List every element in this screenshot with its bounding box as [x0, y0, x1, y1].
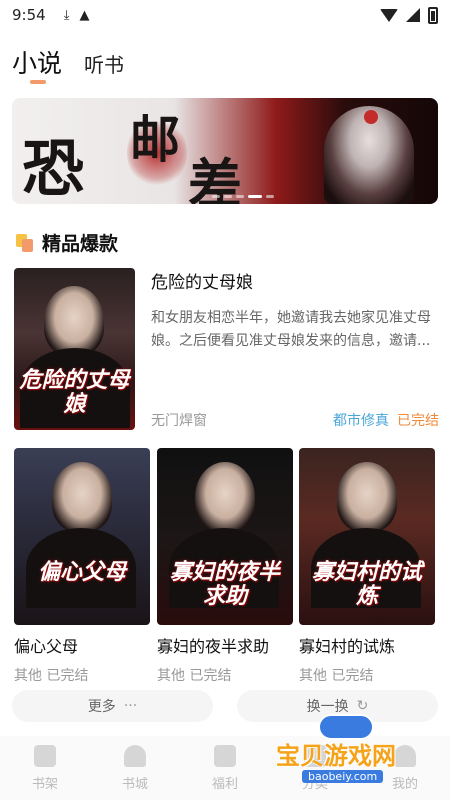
refresh-icon: ↻	[356, 698, 369, 714]
book-cover[interactable]: 寡妇村的试炼	[299, 448, 435, 625]
nav-label: 书城	[121, 776, 148, 792]
promo-banner[interactable]: 恐 邮 差	[12, 98, 438, 204]
cover-art	[44, 286, 104, 356]
tab-novel-label: 小说	[12, 49, 63, 78]
cover-art	[52, 462, 112, 532]
nav-label: 福利	[211, 776, 238, 792]
book-meta: 其他 已完结	[299, 668, 374, 684]
nav-item-welfare[interactable]: 福利	[195, 744, 255, 792]
book-title: 偏心父母	[14, 637, 79, 656]
tab-active-indicator	[30, 80, 46, 84]
tab-audiobook-label: 听书	[84, 53, 125, 77]
nav-label: 书架	[31, 776, 58, 792]
watermark-text: 宝贝游戏网	[276, 742, 396, 770]
cover-title-art: 寡妇的夜半求助	[169, 559, 280, 609]
bookstore-icon	[124, 744, 146, 767]
battery-icon	[428, 6, 438, 24]
banner-dot[interactable]	[224, 195, 232, 198]
banner-dot[interactable]	[236, 195, 244, 198]
app-notification-icon: ▲	[79, 7, 90, 23]
signal-icon	[406, 8, 420, 22]
gift-icon	[214, 744, 236, 767]
banner-dot-active[interactable]	[248, 195, 262, 198]
banner-title-char: 邮	[130, 110, 180, 169]
book-card[interactable]: 寡妇的夜半求助 寡妇的夜半求助 其他 已完结	[157, 448, 293, 685]
book-cover[interactable]: 偏心父母	[14, 448, 150, 625]
bookshelf-icon	[34, 744, 56, 767]
status-time: 9:54	[12, 6, 46, 24]
section-title: 精品爆款	[42, 233, 119, 255]
more-button[interactable]: 更多 ···	[12, 690, 213, 722]
download-icon: ⤓	[63, 7, 70, 23]
book-cover[interactable]: 寡妇的夜半求助	[157, 448, 293, 625]
section-icon	[16, 233, 34, 252]
cover-art	[195, 462, 255, 532]
banner-pagination	[212, 195, 274, 198]
tab-novel[interactable]: 小说	[12, 44, 63, 84]
cover-art	[337, 462, 397, 532]
section-header: 精品爆款	[16, 229, 118, 256]
banner-dot[interactable]	[266, 195, 274, 198]
book-card[interactable]: 偏心父母 偏心父母 其他 已完结	[14, 448, 150, 685]
featured-book-author: 无门焊窗	[151, 413, 207, 429]
watermark-url: baobeiy.com	[302, 770, 384, 783]
book-meta: 其他 已完结	[157, 668, 232, 684]
banner-title-char: 恐	[22, 132, 84, 204]
more-icon: ···	[123, 698, 138, 714]
banner-rose-art	[364, 110, 378, 124]
nav-item-bookshelf[interactable]: 书架	[15, 744, 75, 792]
featured-book-meta: 无门焊窗 都市修真 已完结	[151, 410, 439, 430]
book-card[interactable]: 寡妇村的试炼 寡妇村的试炼 其他 已完结	[299, 448, 435, 685]
nav-item-bookstore[interactable]: 书城	[105, 744, 165, 792]
site-watermark: 宝贝游戏网 baobeiy.com	[272, 714, 450, 800]
cover-title-art: 偏心父母	[37, 559, 126, 585]
book-title: 寡妇的夜半求助	[157, 637, 270, 656]
cover-title-art: 寡妇村的试炼	[311, 559, 422, 609]
featured-book-description: 和女朋友相恋半年，她邀请我去她家见准丈母娘。之后便看见准丈母娘发来的信息，邀请.…	[151, 310, 431, 349]
featured-book-title: 危险的丈母娘	[151, 273, 253, 293]
featured-book-info[interactable]: 危险的丈母娘 和女朋友相恋半年，她邀请我去她家见准丈母娘。之后便看见准丈母娘发来…	[151, 268, 439, 377]
banner-dot[interactable]	[212, 195, 220, 198]
wifi-icon	[380, 8, 398, 22]
featured-book-status: 已完结	[397, 413, 439, 429]
cover-title-art: 危险的丈母娘	[19, 367, 130, 417]
status-bar: 9:54 ⤓ ▲	[0, 0, 450, 30]
featured-book-cover[interactable]: 危险的丈母娘	[14, 268, 135, 430]
more-button-label: 更多	[87, 699, 116, 715]
book-meta: 其他 已完结	[14, 668, 89, 684]
refresh-button-label: 换一换	[306, 699, 349, 715]
tab-audiobook[interactable]: 听书	[84, 49, 124, 80]
featured-book-genre[interactable]: 都市修真	[333, 410, 389, 430]
book-title: 寡妇村的试炼	[299, 637, 396, 656]
top-tabs: 小说 听书	[12, 44, 124, 84]
